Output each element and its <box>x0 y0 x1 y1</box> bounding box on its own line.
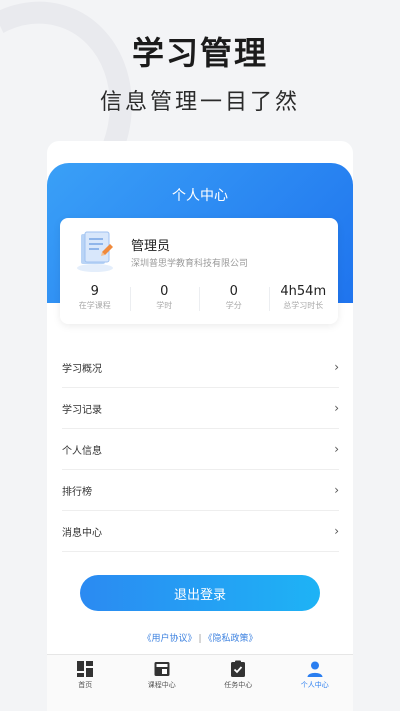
tab-task-center[interactable]: 任务中心 <box>200 655 277 711</box>
stats-row: 9 在学课程 0 学时 0 学分 4h54m 总学习时长 <box>60 284 338 314</box>
menu-item-label: 消息中心 <box>62 527 102 539</box>
document-icon <box>77 231 113 272</box>
course-icon <box>154 662 170 676</box>
profile-card: 管理员 深圳普思学教育科技有限公司 9 在学课程 0 学时 0 学分 4h54m… <box>60 218 338 324</box>
promo-title: 学习管理 <box>131 34 268 72</box>
chevron-right-icon: › <box>334 442 339 456</box>
menu-list: 学习概况 › 学习记录 › 个人信息 › 排行榜 › 消息中心 › <box>62 347 339 552</box>
stat-hours[interactable]: 0 学时 <box>129 284 200 314</box>
tab-label: 任务中心 <box>224 681 253 689</box>
person-icon <box>307 661 323 677</box>
tab-home[interactable]: 首页 <box>47 655 124 711</box>
agreement-links: 《用户协议》 | 《隐私政策》 <box>47 631 353 644</box>
tab-label: 课程中心 <box>147 681 176 689</box>
menu-item-label: 排行榜 <box>62 486 92 498</box>
chevron-right-icon: › <box>334 524 339 538</box>
stat-label: 学时 <box>156 301 173 310</box>
menu-item-label: 学习概况 <box>62 363 102 375</box>
phone-screen: 个人中心 管理员 深圳普思学教育科技有限公司 9 在学课程 0 学时 0 学分 … <box>47 141 353 711</box>
tab-personal-center[interactable]: 个人中心 <box>277 655 354 711</box>
bottom-tab-bar: 首页 课程中心 任务中心 个人中心 <box>47 654 353 711</box>
menu-item-study-overview[interactable]: 学习概况 › <box>62 347 339 388</box>
menu-item-message-center[interactable]: 消息中心 › <box>62 511 339 552</box>
stat-courses[interactable]: 9 在学课程 <box>60 284 130 314</box>
company-name: 深圳普思学教育科技有限公司 <box>131 259 249 269</box>
chevron-right-icon: › <box>334 483 339 497</box>
stat-value: 0 <box>160 284 169 299</box>
stat-value: 4h54m <box>280 284 327 299</box>
stat-label: 学分 <box>225 301 242 310</box>
stat-label: 在学课程 <box>78 301 111 310</box>
promo-subtitle: 信息管理一目了然 <box>99 90 300 115</box>
menu-item-study-records[interactable]: 学习记录 › <box>62 388 339 429</box>
chevron-right-icon: › <box>334 360 339 374</box>
stat-value: 9 <box>90 284 99 299</box>
home-grid-icon <box>77 661 94 677</box>
link-separator: | <box>198 634 202 644</box>
privacy-policy-link[interactable]: 《隐私政策》 <box>204 634 258 644</box>
menu-item-leaderboard[interactable]: 排行榜 › <box>62 470 339 511</box>
tab-label: 个人中心 <box>300 681 329 689</box>
stat-label: 总学习时长 <box>283 301 324 310</box>
page-title: 个人中心 <box>172 188 228 204</box>
menu-item-personal-info[interactable]: 个人信息 › <box>62 429 339 470</box>
user-agreement-link[interactable]: 《用户协议》 <box>142 634 196 644</box>
tab-label: 首页 <box>78 681 93 689</box>
logout-button[interactable]: 退出登录 <box>80 575 320 611</box>
user-name: 管理员 <box>131 239 171 254</box>
task-check-icon <box>231 660 246 677</box>
stat-credits[interactable]: 0 学分 <box>199 284 269 314</box>
chevron-right-icon: › <box>334 401 339 415</box>
tab-course-center[interactable]: 课程中心 <box>124 655 201 711</box>
menu-item-label: 个人信息 <box>62 445 102 457</box>
menu-item-label: 学习记录 <box>62 404 102 416</box>
stat-total-time[interactable]: 4h54m 总学习时长 <box>268 284 339 314</box>
stat-value: 0 <box>229 284 238 299</box>
